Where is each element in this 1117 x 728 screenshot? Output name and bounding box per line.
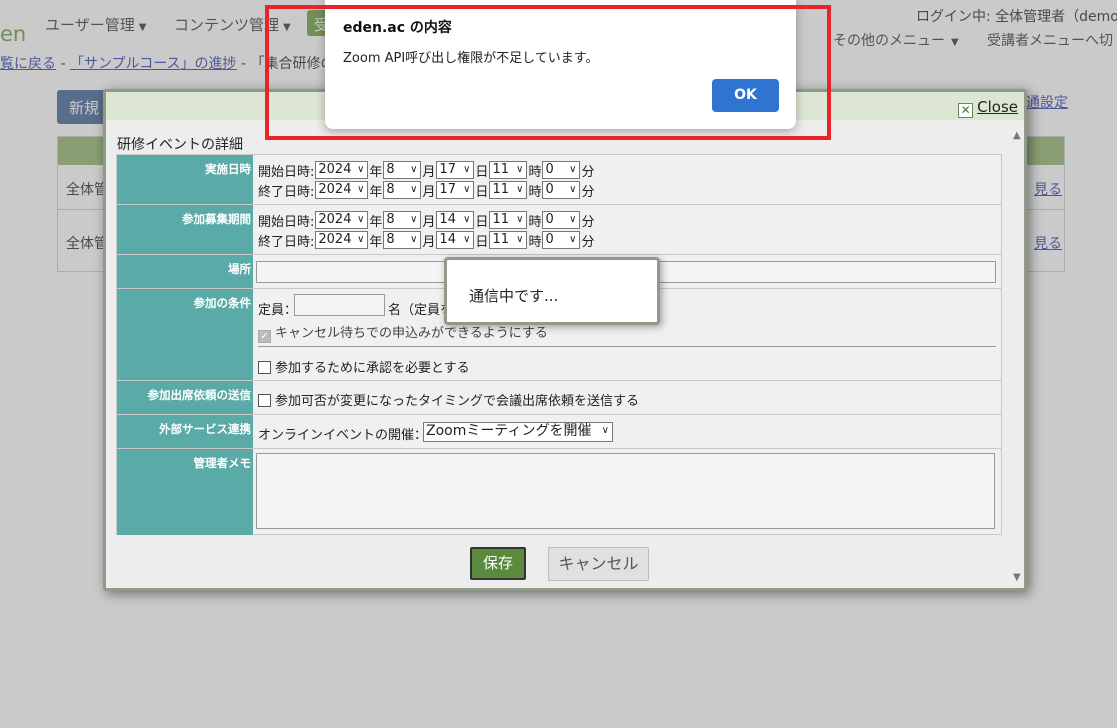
schedule-end-day-select[interactable]: 17 ∨ xyxy=(436,181,475,199)
chevron-down-icon: ∨ xyxy=(569,214,577,225)
scroll-down-icon[interactable]: ▼ xyxy=(1013,572,1021,583)
chevron-down-icon: ∨ xyxy=(357,234,365,245)
approval-checkbox-row: 参加するために承認を必要とする xyxy=(258,357,470,376)
schedule-row: 実施日時 開始日時: 2024 ∨ 年 8 ∨ 月 17 ∨ 日 11 ∨ 時 0 ∨ 分 終了日時… xyxy=(117,155,1001,205)
attendance-row: 参加出席依頼の送信 参加可否が変更になったタイミングで会議出席依頼を送信する xyxy=(117,381,1001,415)
schedule-start: 開始日時: 2024 ∨ 年 8 ∨ 月 17 ∨ 日 11 ∨ 時 0 ∨ 分 xyxy=(258,161,595,180)
attendance-label: 参加出席依頼の送信 xyxy=(117,381,253,414)
schedule-start-hour-select[interactable]: 11 ∨ xyxy=(489,161,528,179)
chevron-down-icon: ∨ xyxy=(410,214,418,225)
memo-label: 管理者メモ xyxy=(117,449,253,535)
chevron-down-icon: ∨ xyxy=(357,164,365,175)
recruit-row: 参加募集期間 開始日時: 2024 ∨ 年 8 ∨ 月 14 ∨ 日 11 ∨ 時 0 ∨ 分 終了… xyxy=(117,205,1001,255)
annotation-highlight-box xyxy=(265,5,831,140)
place-label: 場所 xyxy=(117,255,253,288)
chevron-down-icon: ∨ xyxy=(569,184,577,195)
approval-checkbox[interactable] xyxy=(258,361,271,374)
recruit-start-year-select[interactable]: 2024 ∨ xyxy=(315,211,369,229)
schedule-end-year-select[interactable]: 2024 ∨ xyxy=(315,181,369,199)
capacity-input[interactable] xyxy=(294,294,385,316)
conditions-divider xyxy=(258,346,996,347)
loading-text: 通信中です... xyxy=(469,287,559,305)
recruit-start-day-select[interactable]: 14 ∨ xyxy=(436,211,475,229)
scroll-up-icon[interactable]: ▲ xyxy=(1013,130,1021,141)
recruit-end-hour-select[interactable]: 11 ∨ xyxy=(489,231,528,249)
chevron-down-icon: ∨ xyxy=(410,234,418,245)
schedule-end-minute-select[interactable]: 0 ∨ xyxy=(542,181,581,199)
recruit-label: 参加募集期間 xyxy=(117,205,253,254)
modal-close-button[interactable]: ✕ Close xyxy=(958,98,1018,118)
external-row: 外部サービス連携 オンラインイベントの開催： Zoomミーティングを開催 ∨ xyxy=(117,415,1001,449)
schedule-label: 実施日時 xyxy=(117,155,253,204)
chevron-down-icon: ∨ xyxy=(601,425,609,436)
attendance-checkbox-row: 参加可否が変更になったタイミングで会議出席依頼を送信する xyxy=(258,390,639,409)
chevron-down-icon: ∨ xyxy=(516,184,524,195)
event-form: 実施日時 開始日時: 2024 ∨ 年 8 ∨ 月 17 ∨ 日 11 ∨ 時 0 ∨ 分 終了日時… xyxy=(116,154,1002,535)
memo-textarea[interactable] xyxy=(256,453,995,529)
recruit-start-hour-select[interactable]: 11 ∨ xyxy=(489,211,528,229)
chevron-down-icon: ∨ xyxy=(569,234,577,245)
chevron-down-icon: ∨ xyxy=(463,234,471,245)
chevron-down-icon: ∨ xyxy=(463,164,471,175)
save-button[interactable]: 保存 xyxy=(470,547,526,580)
recruit-start: 開始日時: 2024 ∨ 年 8 ∨ 月 14 ∨ 日 11 ∨ 時 0 ∨ 分 xyxy=(258,211,595,230)
attendance-checkbox[interactable] xyxy=(258,394,271,407)
schedule-start-year-select[interactable]: 2024 ∨ xyxy=(315,161,369,179)
external-service-select[interactable]: Zoomミーティングを開催 ∨ xyxy=(423,422,613,442)
chevron-down-icon: ∨ xyxy=(516,214,524,225)
loading-indicator: 通信中です... xyxy=(444,257,660,325)
waitlist-checkbox-row: ✓ キャンセル待ちでの申込みができるようにする xyxy=(258,322,548,343)
recruit-end-day-select[interactable]: 14 ∨ xyxy=(436,231,475,249)
chevron-down-icon: ∨ xyxy=(357,184,365,195)
chevron-down-icon: ∨ xyxy=(463,214,471,225)
chevron-down-icon: ∨ xyxy=(410,184,418,195)
close-icon: ✕ xyxy=(958,103,974,118)
schedule-start-minute-select[interactable]: 0 ∨ xyxy=(542,161,581,179)
waitlist-checkbox[interactable]: ✓ xyxy=(258,330,271,343)
recruit-start-minute-select[interactable]: 0 ∨ xyxy=(542,211,581,229)
chevron-down-icon: ∨ xyxy=(516,234,524,245)
chevron-down-icon: ∨ xyxy=(463,184,471,195)
memo-row: 管理者メモ xyxy=(117,449,1001,535)
external-label: 外部サービス連携 xyxy=(117,415,253,448)
recruit-start-month-select[interactable]: 8 ∨ xyxy=(383,211,422,229)
schedule-end-month-select[interactable]: 8 ∨ xyxy=(383,181,422,199)
chevron-down-icon: ∨ xyxy=(357,214,365,225)
recruit-end-month-select[interactable]: 8 ∨ xyxy=(383,231,422,249)
schedule-start-month-select[interactable]: 8 ∨ xyxy=(383,161,422,179)
recruit-end: 終了日時: 2024 ∨ 年 8 ∨ 月 14 ∨ 日 11 ∨ 時 0 ∨ 分 xyxy=(258,231,595,250)
schedule-start-day-select[interactable]: 17 ∨ xyxy=(436,161,475,179)
recruit-end-minute-select[interactable]: 0 ∨ xyxy=(542,231,581,249)
chevron-down-icon: ∨ xyxy=(410,164,418,175)
conditions-label: 参加の条件 xyxy=(117,289,253,380)
cancel-button[interactable]: キャンセル xyxy=(548,547,649,581)
schedule-end-hour-select[interactable]: 11 ∨ xyxy=(489,181,528,199)
chevron-down-icon: ∨ xyxy=(516,164,524,175)
recruit-end-year-select[interactable]: 2024 ∨ xyxy=(315,231,369,249)
event-detail-modal: ✕ Close 研修イベントの詳細 ▲ ▼ 実施日時 開始日時: 2024 ∨ 年 8… xyxy=(103,89,1027,591)
modal-title: 研修イベントの詳細 xyxy=(117,137,243,153)
chevron-down-icon: ∨ xyxy=(569,164,577,175)
schedule-end: 終了日時: 2024 ∨ 年 8 ∨ 月 17 ∨ 日 11 ∨ 時 0 ∨ 分 xyxy=(258,181,595,200)
